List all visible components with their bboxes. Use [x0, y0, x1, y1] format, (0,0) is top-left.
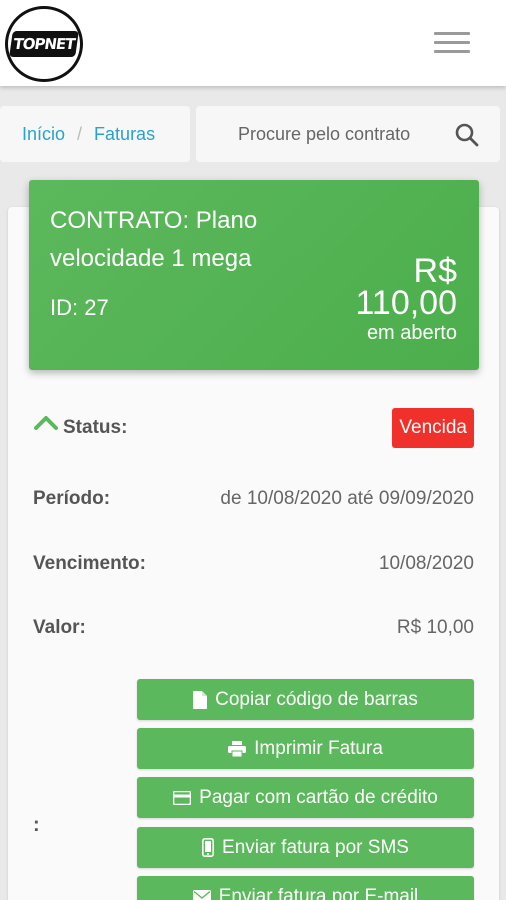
search-icon[interactable]: [454, 122, 480, 148]
pay-credit-card-button[interactable]: Pagar com cartão de crédito: [137, 777, 474, 818]
due-label: Vencimento:: [33, 553, 146, 574]
print-invoice-button[interactable]: Imprimir Fatura: [137, 728, 474, 769]
due-value: 10/08/2020: [378, 553, 474, 574]
breadcrumb-home-link[interactable]: Início: [22, 124, 65, 145]
send-sms-button[interactable]: Enviar fatura por SMS: [137, 827, 474, 868]
status-label: Status:: [63, 417, 128, 438]
breadcrumb-invoices-link[interactable]: Faturas: [94, 124, 155, 145]
contract-id: ID: 27: [50, 295, 109, 320]
breadcrumb-separator: /: [77, 123, 83, 144]
contract-header: CONTRATO: Plano velocidade 1 mega ID: 27…: [29, 180, 479, 370]
copy-barcode-button[interactable]: Copiar código de barras: [137, 679, 474, 720]
period-label: Período:: [33, 488, 111, 509]
logo-text: TOPNET: [9, 31, 79, 57]
copy-barcode-label: Copiar código de barras: [215, 688, 418, 710]
actions-label: :: [33, 814, 40, 836]
smartphone-icon: [202, 838, 215, 857]
status-badge: Vencida: [392, 408, 474, 448]
chevron-up-icon[interactable]: [33, 413, 59, 433]
document-icon: [193, 690, 208, 709]
search-box: [196, 106, 500, 162]
logo[interactable]: TOPNET: [5, 6, 83, 82]
period-value: de 10/08/2020 até 09/09/2020: [220, 488, 474, 509]
send-email-button[interactable]: Enviar fatura por E-mail: [137, 876, 474, 900]
envelope-icon: [192, 889, 211, 900]
value-label: Valor:: [33, 617, 86, 638]
send-email-label: Enviar fatura por E-mail: [218, 885, 419, 900]
contract-status: em aberto: [366, 322, 457, 344]
contract-title: CONTRATO: Plano velocidade 1 mega: [50, 207, 258, 272]
printer-icon: [228, 740, 247, 757]
print-invoice-label: Imprimir Fatura: [254, 737, 383, 759]
contract-amount: 110,00: [355, 284, 457, 322]
value-value: R$ 10,00: [396, 617, 474, 638]
hamburger-menu-icon[interactable]: [434, 32, 470, 54]
search-input[interactable]: [196, 106, 446, 162]
send-sms-label: Enviar fatura por SMS: [222, 836, 409, 858]
top-bar: TOPNET: [0, 0, 506, 86]
breadcrumb: Início / Faturas: [0, 106, 190, 162]
credit-card-icon: [173, 790, 192, 805]
contract-currency: R$: [413, 252, 457, 290]
pay-credit-card-label: Pagar com cartão de crédito: [199, 786, 438, 808]
